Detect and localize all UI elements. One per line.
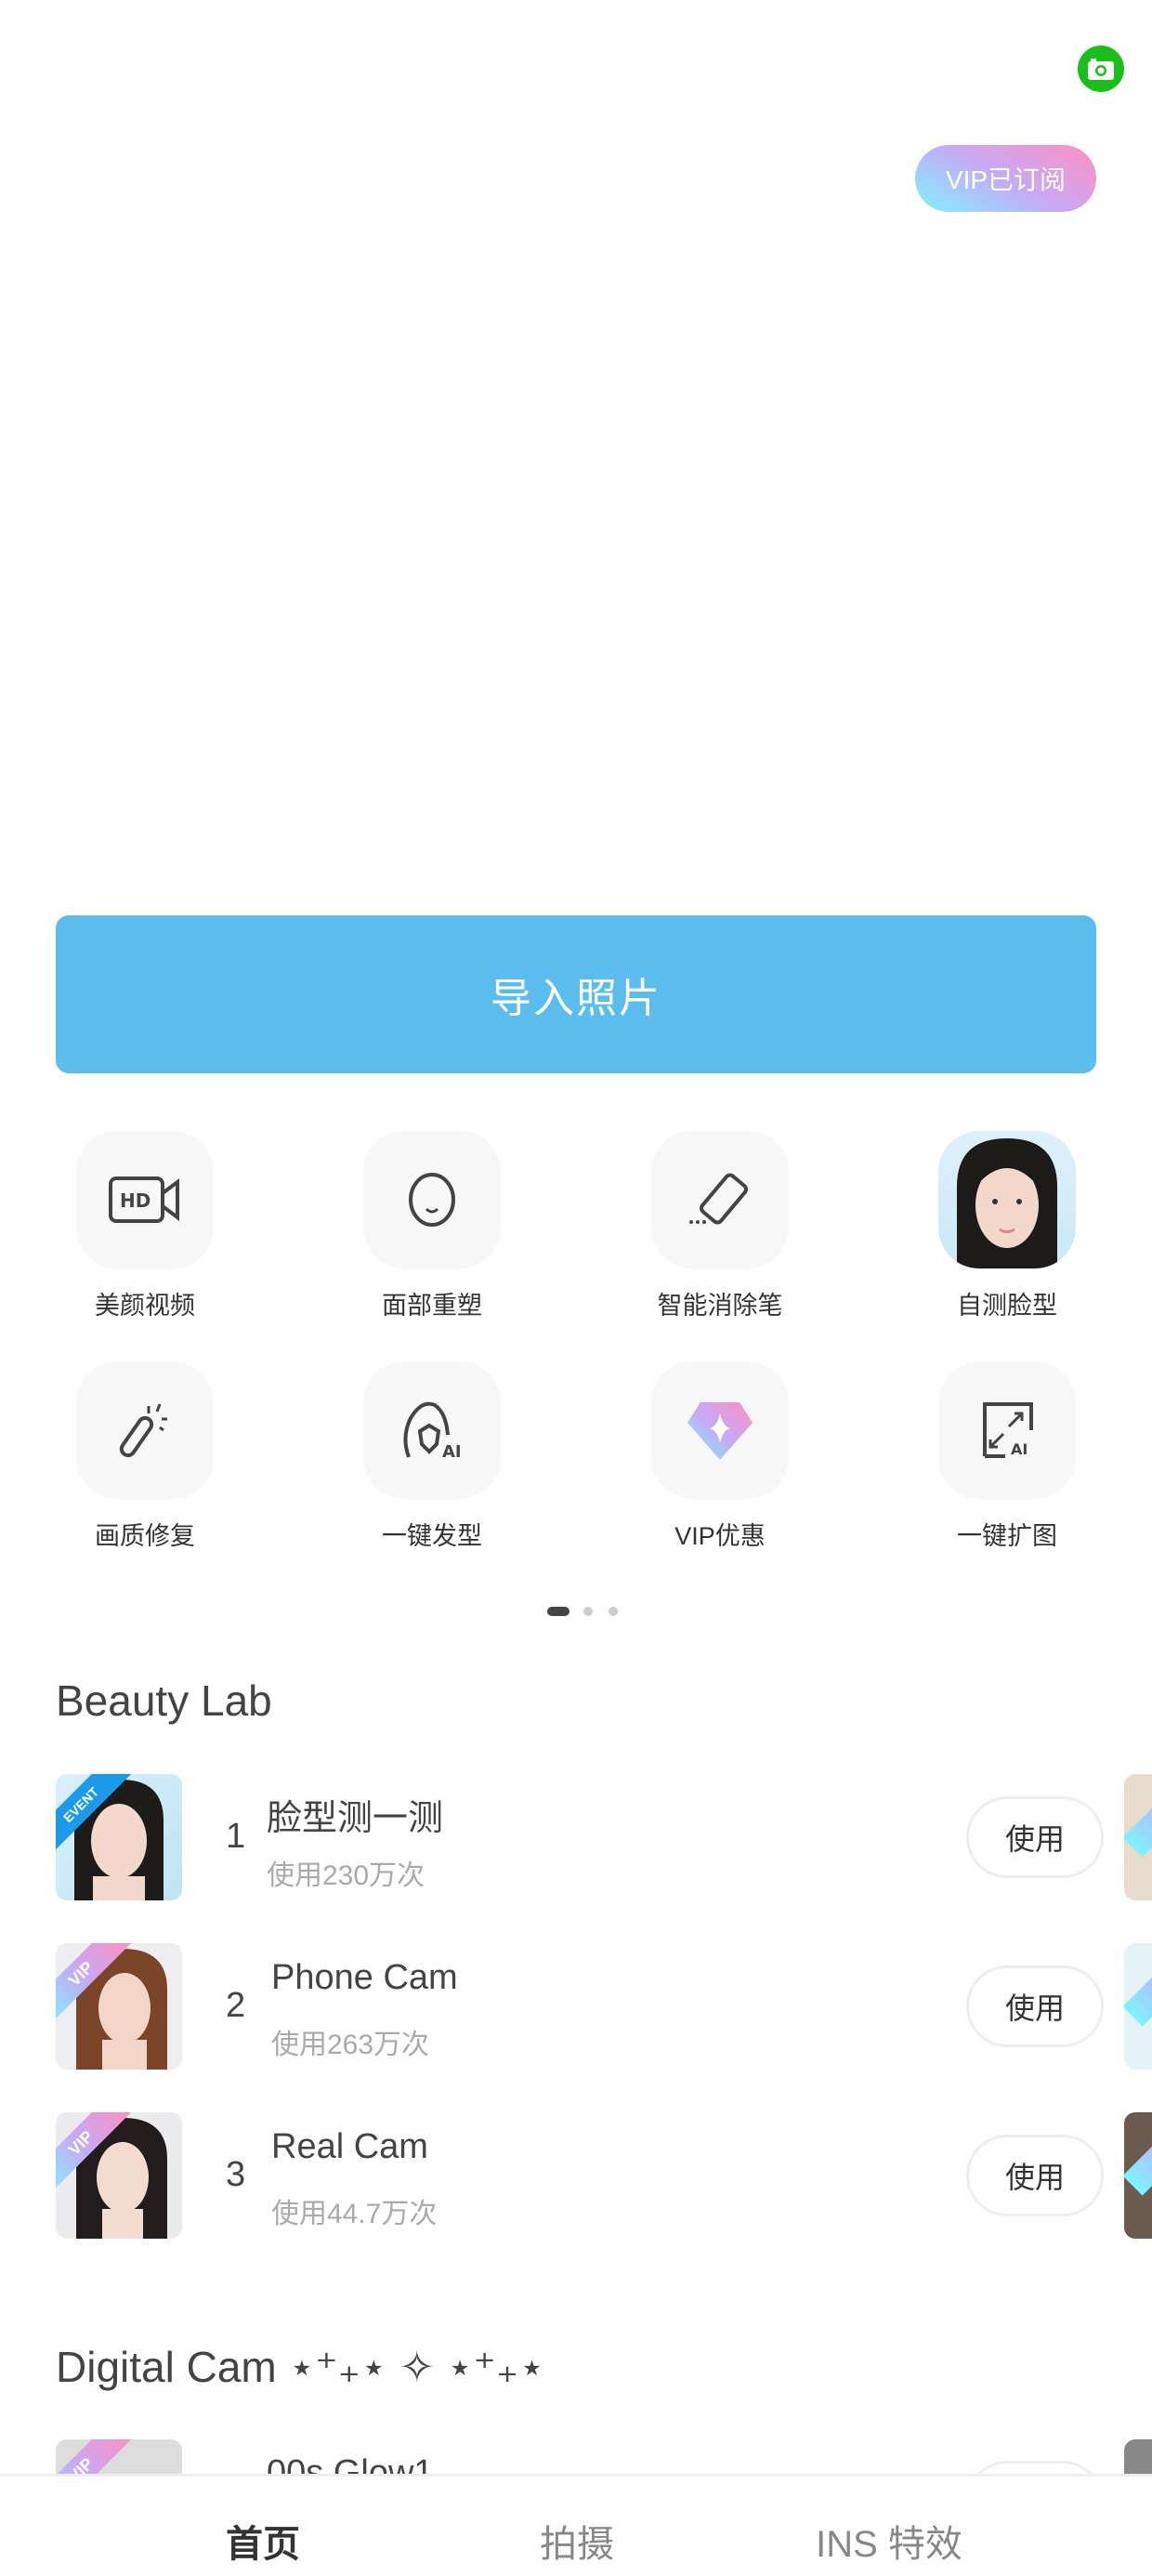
- item-thumbnail[interactable]: EVENT: [56, 1774, 182, 1900]
- carousel-peek-thumbnail[interactable]: VIP: [1124, 1943, 1152, 2070]
- item-usage: 使用44.7万次: [271, 2199, 438, 2229]
- nav-capture[interactable]: 拍摄: [540, 2514, 614, 2568]
- tool-label: 一键发型: [382, 1522, 482, 1550]
- tool-vip-offer[interactable]: [651, 1361, 789, 1499]
- pager-dot[interactable]: [609, 1607, 618, 1616]
- tool-label: 自测脸型: [957, 1292, 1057, 1320]
- carousel-peek-thumbnail[interactable]: VIP: [1124, 1774, 1152, 1900]
- tool-label: 美颜视频: [95, 1292, 195, 1320]
- tool-label: VIP优惠: [674, 1522, 766, 1550]
- item-usage: 使用263万次: [271, 2030, 430, 2060]
- carousel-peek-thumbnail[interactable]: VIP: [1124, 2112, 1152, 2239]
- item-rank: 1: [226, 1817, 246, 1856]
- face-icon: [409, 1173, 455, 1227]
- item-rank: 3: [226, 2155, 246, 2194]
- vip-diamond-icon: [687, 1402, 753, 1460]
- svg-text:AI: AI: [1011, 1440, 1028, 1458]
- section-title: Digital Cam ⋆⁺₊⋆ ✧ ⋆⁺₊⋆: [56, 2343, 545, 2391]
- svg-text:AI: AI: [442, 1442, 462, 1461]
- camera-icon: [1088, 59, 1114, 80]
- tool-face-test[interactable]: [938, 1131, 1076, 1268]
- tool-label: 智能消除笔: [657, 1292, 783, 1320]
- tool-ai-hairstyle[interactable]: AI: [363, 1361, 501, 1499]
- tool-quality-repair[interactable]: [76, 1361, 214, 1499]
- item-title: Real Cam: [271, 2127, 428, 2166]
- item-usage: 使用230万次: [267, 1860, 425, 1891]
- tool-label: 画质修复: [95, 1522, 195, 1550]
- tool-smart-eraser[interactable]: [651, 1131, 789, 1268]
- camera-button[interactable]: [1078, 46, 1124, 92]
- tool-beauty-video[interactable]: HD: [76, 1131, 214, 1268]
- use-button[interactable]: 使用: [966, 2135, 1104, 2216]
- face-photo: [957, 1138, 1057, 1268]
- item-thumbnail[interactable]: VIP: [56, 2112, 182, 2239]
- eraser-icon: [689, 1173, 748, 1225]
- nav-home[interactable]: 首页: [226, 2514, 300, 2568]
- tool-label: 一键扩图: [957, 1522, 1057, 1550]
- item-rank: 2: [226, 1986, 246, 2025]
- use-button[interactable]: 使用: [966, 1965, 1104, 2047]
- tool-face-reshape[interactable]: [363, 1131, 501, 1268]
- magic-wand-icon: [119, 1403, 167, 1458]
- ai-hair-icon: AI: [403, 1401, 462, 1461]
- import-photo-button[interactable]: 导入照片: [56, 915, 1096, 1073]
- item-title: Phone Cam: [271, 1958, 458, 1997]
- section-title: Beauty Lab: [56, 1676, 272, 1725]
- pager-dot-active[interactable]: [547, 1607, 569, 1616]
- hd-video-icon: HD: [109, 1176, 179, 1223]
- item-thumbnail[interactable]: VIP: [56, 1943, 182, 2070]
- tool-label: 面部重塑: [382, 1292, 482, 1320]
- nav-ins-effects[interactable]: INS 特效: [816, 2514, 962, 2568]
- item-title: 脸型测一测: [267, 1799, 444, 1838]
- use-button[interactable]: 使用: [966, 1796, 1104, 1878]
- ai-expand-icon: AI: [983, 1402, 1033, 1458]
- vip-subscribed-button[interactable]: VIP已订阅: [915, 145, 1096, 212]
- tool-ai-expand[interactable]: AI: [938, 1361, 1076, 1499]
- pager-dot[interactable]: [583, 1607, 593, 1616]
- bottom-nav: 首页 拍摄 INS 特效: [0, 2474, 1152, 2576]
- svg-text:HD: HD: [120, 1189, 151, 1212]
